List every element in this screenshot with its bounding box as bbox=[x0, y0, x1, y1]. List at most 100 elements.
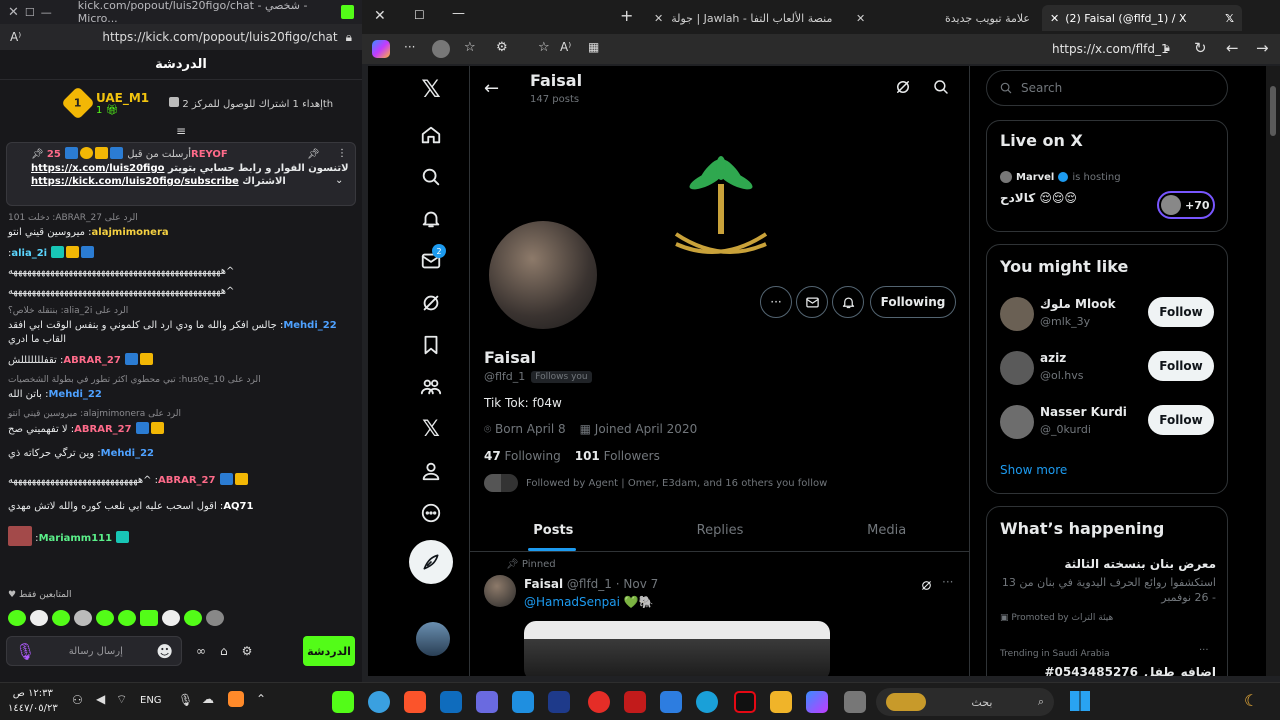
chat-input[interactable]: 🎙︎ إرسال رسالة ☻ bbox=[6, 636, 182, 666]
emote-icon[interactable] bbox=[30, 610, 48, 626]
more-options-icon[interactable]: ··· bbox=[404, 40, 415, 54]
messages-mail-icon[interactable]: 2 bbox=[416, 244, 446, 276]
show-more-link[interactable]: Show more bbox=[1000, 463, 1067, 477]
profile-avatar-icon[interactable] bbox=[432, 40, 450, 58]
emote-icon[interactable] bbox=[74, 610, 92, 626]
copilot-icon[interactable] bbox=[372, 40, 390, 58]
live-listeners[interactable]: +70 bbox=[1157, 191, 1215, 219]
chat-username[interactable]: Mehdi_22 bbox=[283, 320, 336, 331]
chat-username[interactable]: ABRAR_27 bbox=[63, 355, 120, 366]
wifi-icon[interactable]: ⌔ bbox=[116, 692, 127, 707]
pinned-menu-icon[interactable]: ⋮ bbox=[337, 148, 347, 159]
notifications-bell-icon[interactable] bbox=[416, 204, 446, 234]
page-url[interactable]: https://x.com/flfd_1 bbox=[1052, 42, 1169, 56]
pinned-expand-icon[interactable]: ⌄ bbox=[335, 175, 343, 186]
app-icon[interactable] bbox=[368, 691, 390, 713]
compose-post-button[interactable] bbox=[409, 540, 453, 584]
promoted-event[interactable]: معرض بنان بنسخته الثالثة استكشفوا روائع … bbox=[1000, 557, 1216, 605]
following-count-link[interactable]: 47 Following bbox=[484, 449, 561, 463]
taskview-icon[interactable] bbox=[844, 691, 866, 713]
pinned-post[interactable]: 📌︎ Pinned Faisal @flfd_1 · Nov 7 ··· @Ha… bbox=[470, 553, 970, 676]
tab-close-icon[interactable]: ✕ bbox=[1050, 12, 1059, 25]
mic-icon[interactable]: 🎙︎ bbox=[15, 642, 35, 661]
profile-icon[interactable] bbox=[416, 456, 446, 486]
tab-x-profile[interactable]: ✕ (2) Faisal (@flfd_1) / X 𝕏 bbox=[1042, 5, 1242, 31]
profile-more-button[interactable]: ··· bbox=[760, 286, 792, 318]
header-search-icon[interactable] bbox=[932, 78, 950, 100]
taskbar-search[interactable]: بحث ⌕ bbox=[876, 688, 1054, 716]
explore-search-icon[interactable] bbox=[416, 162, 446, 192]
emote-icon[interactable] bbox=[140, 610, 158, 626]
onedrive-icon[interactable]: ☁ bbox=[202, 692, 214, 706]
more-circle-icon[interactable] bbox=[416, 498, 446, 528]
chat-username[interactable]: AQ71 bbox=[223, 501, 253, 512]
l-app-icon[interactable] bbox=[548, 691, 570, 713]
tab-posts[interactable]: Posts bbox=[470, 510, 637, 551]
post-image[interactable] bbox=[524, 621, 830, 676]
follow-button[interactable]: Follow bbox=[1148, 297, 1214, 327]
emote-icon[interactable] bbox=[118, 610, 136, 626]
window-minimize-icon[interactable]: — bbox=[41, 6, 52, 19]
follow-button[interactable]: Follow bbox=[1148, 405, 1214, 435]
emote-icon[interactable] bbox=[96, 610, 114, 626]
pinned-link1[interactable]: https://x.com/luis20figo bbox=[31, 163, 165, 174]
grok-post-icon[interactable] bbox=[920, 577, 933, 596]
suggested-user[interactable]: aziz @ol.hvs Follow bbox=[1000, 349, 1220, 389]
mail-app-icon[interactable] bbox=[512, 691, 534, 713]
taskbar-language[interactable]: ENG bbox=[140, 695, 162, 706]
scrollbar-thumb[interactable] bbox=[1270, 86, 1276, 136]
chat-username[interactable]: Mehdi_22 bbox=[101, 448, 154, 459]
netflix-icon[interactable] bbox=[734, 691, 756, 713]
tab-close-icon[interactable]: ✕ bbox=[654, 12, 663, 25]
window-close-icon[interactable]: ✕ bbox=[8, 5, 19, 20]
account-avatar[interactable] bbox=[416, 622, 450, 656]
tab-replies[interactable]: Replies bbox=[637, 510, 804, 551]
emoji-icon[interactable]: ☻ bbox=[156, 642, 173, 661]
chat-username[interactable]: alia_2i bbox=[11, 248, 47, 259]
outlook-icon[interactable] bbox=[440, 691, 462, 713]
copilot-app-icon[interactable] bbox=[806, 691, 828, 713]
grok-icon[interactable] bbox=[416, 288, 446, 318]
live-host[interactable]: Marvel bbox=[1016, 172, 1054, 183]
microphone-icon[interactable]: 🎙︎ bbox=[178, 693, 193, 707]
refresh-icon[interactable]: ↻ bbox=[1194, 39, 1207, 57]
file-explorer-icon[interactable] bbox=[770, 691, 792, 713]
following-button[interactable]: Following bbox=[870, 286, 956, 318]
people-icon[interactable]: ⚇ bbox=[72, 693, 83, 707]
home-icon[interactable] bbox=[416, 120, 446, 150]
weather-moon-icon[interactable]: ☾ bbox=[1244, 691, 1258, 710]
settings-icon[interactable]: ⚙ bbox=[242, 644, 253, 658]
infinity-icon[interactable]: ∞ bbox=[196, 644, 206, 658]
window-minimize-icon[interactable]: — bbox=[452, 6, 465, 21]
pinned-link2[interactable]: https://kick.com/luis20figo/subscribe bbox=[31, 176, 239, 187]
extensions-icon[interactable]: ⚙ bbox=[496, 40, 508, 55]
chat-username[interactable]: Mehdi_22 bbox=[48, 389, 101, 400]
page-scrollbar[interactable] bbox=[1266, 66, 1280, 676]
profile-message-button[interactable] bbox=[796, 286, 828, 318]
kick-app-icon[interactable] bbox=[332, 691, 354, 713]
x-search-box[interactable]: Search bbox=[986, 70, 1228, 106]
profile-notify-button[interactable] bbox=[832, 286, 864, 318]
taskbar-date[interactable]: ١٤٤٧/٠٥/٢٣ bbox=[8, 701, 58, 716]
split-screen-icon[interactable]: ▦ bbox=[588, 40, 599, 54]
volume-icon[interactable]: ◀︎ bbox=[96, 692, 105, 706]
suggested-user[interactable]: ملوك Mlook @mlk_3y Follow bbox=[1000, 295, 1220, 335]
app-icon[interactable] bbox=[476, 691, 498, 713]
bookmarks-icon[interactable] bbox=[416, 330, 446, 360]
chat-username[interactable]: Mariamm111 bbox=[39, 533, 113, 544]
emote-icon[interactable] bbox=[206, 610, 224, 626]
emote-icon[interactable] bbox=[162, 610, 180, 626]
tab-close-icon[interactable]: ✕ bbox=[856, 12, 865, 25]
gift-box-icon[interactable]: ⌂ bbox=[220, 644, 228, 658]
communities-icon[interactable] bbox=[416, 372, 446, 402]
back-icon[interactable]: ← bbox=[1226, 39, 1239, 57]
favorites-bar-icon[interactable]: ☆ bbox=[464, 40, 476, 55]
tab-media[interactable]: Media bbox=[803, 510, 970, 551]
chat-send-button[interactable]: الدردشة bbox=[303, 636, 355, 666]
new-tab-icon[interactable]: + bbox=[620, 6, 633, 25]
chat-username[interactable]: ABRAR_27 bbox=[74, 424, 131, 435]
window-maximize-icon[interactable]: ☐ bbox=[25, 6, 35, 19]
window-close-icon[interactable]: ✕ bbox=[374, 8, 386, 24]
post-avatar[interactable] bbox=[484, 575, 516, 607]
grok-header-icon[interactable] bbox=[894, 78, 912, 100]
